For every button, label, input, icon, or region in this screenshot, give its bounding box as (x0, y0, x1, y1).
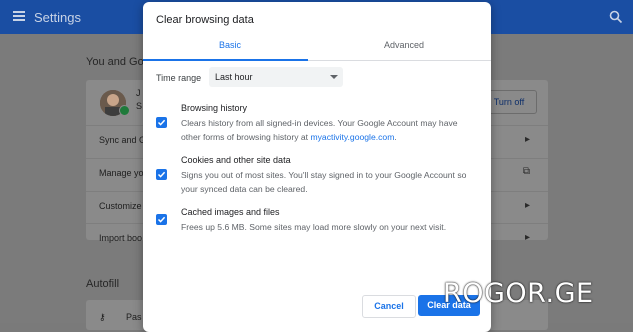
row-sync[interactable]: Sync and G (99, 135, 146, 145)
chevron-right-icon: ▸ (524, 232, 530, 243)
browsing-history-desc: Clears history from all signed-in device… (181, 118, 458, 142)
watermark: ROGOR.GE (443, 278, 594, 309)
dialog-tabs: Basic Advanced (143, 34, 491, 61)
menu-icon[interactable] (13, 11, 25, 21)
tab-basic[interactable]: Basic (143, 34, 317, 61)
browsing-history-checkbox[interactable] (156, 117, 167, 128)
cookies-checkbox[interactable] (156, 169, 167, 180)
time-range-label: Time range (156, 73, 202, 83)
chevron-right-icon: ▸ (524, 134, 530, 145)
browsing-history-title: Browsing history (181, 103, 248, 113)
cached-images-checkbox[interactable] (156, 214, 167, 225)
clear-browsing-data-dialog: Clear browsing data Basic Advanced Time … (143, 2, 491, 332)
section-autofill: Autofill (86, 278, 120, 290)
key-icon: ⚷ (99, 312, 106, 322)
cookies-title: Cookies and other site data (181, 155, 291, 165)
section-you-and-google: You and Goo (86, 56, 150, 68)
cancel-button[interactable]: Cancel (362, 295, 416, 318)
row-import[interactable]: Import boo (99, 233, 142, 243)
cached-images-desc: Frees up 5.6 MB. Some sites may load mor… (181, 222, 447, 232)
row-customize[interactable]: Customize (99, 201, 142, 211)
myactivity-link[interactable]: myactivity.google.com (310, 132, 394, 142)
time-range-select[interactable]: Last hour (209, 67, 343, 87)
tab-advanced[interactable]: Advanced (317, 34, 491, 60)
time-range-value: Last hour (215, 72, 253, 82)
row-manage[interactable]: Manage yo (99, 168, 144, 178)
app-title: Settings (34, 10, 81, 25)
cookies-desc: Signs you out of most sites. You'll stay… (181, 170, 467, 194)
dialog-title: Clear browsing data (156, 14, 254, 26)
chevron-down-icon (330, 75, 338, 79)
row-passwords[interactable]: Pas (126, 312, 142, 322)
profile-name: J (136, 88, 141, 98)
chevron-right-icon: ▸ (524, 200, 530, 211)
cached-images-title: Cached images and files (181, 207, 280, 217)
sync-badge-icon (119, 105, 130, 116)
search-icon[interactable] (609, 10, 623, 24)
profile-sub: S (136, 101, 143, 111)
external-link-icon: ⧉ (522, 166, 530, 177)
